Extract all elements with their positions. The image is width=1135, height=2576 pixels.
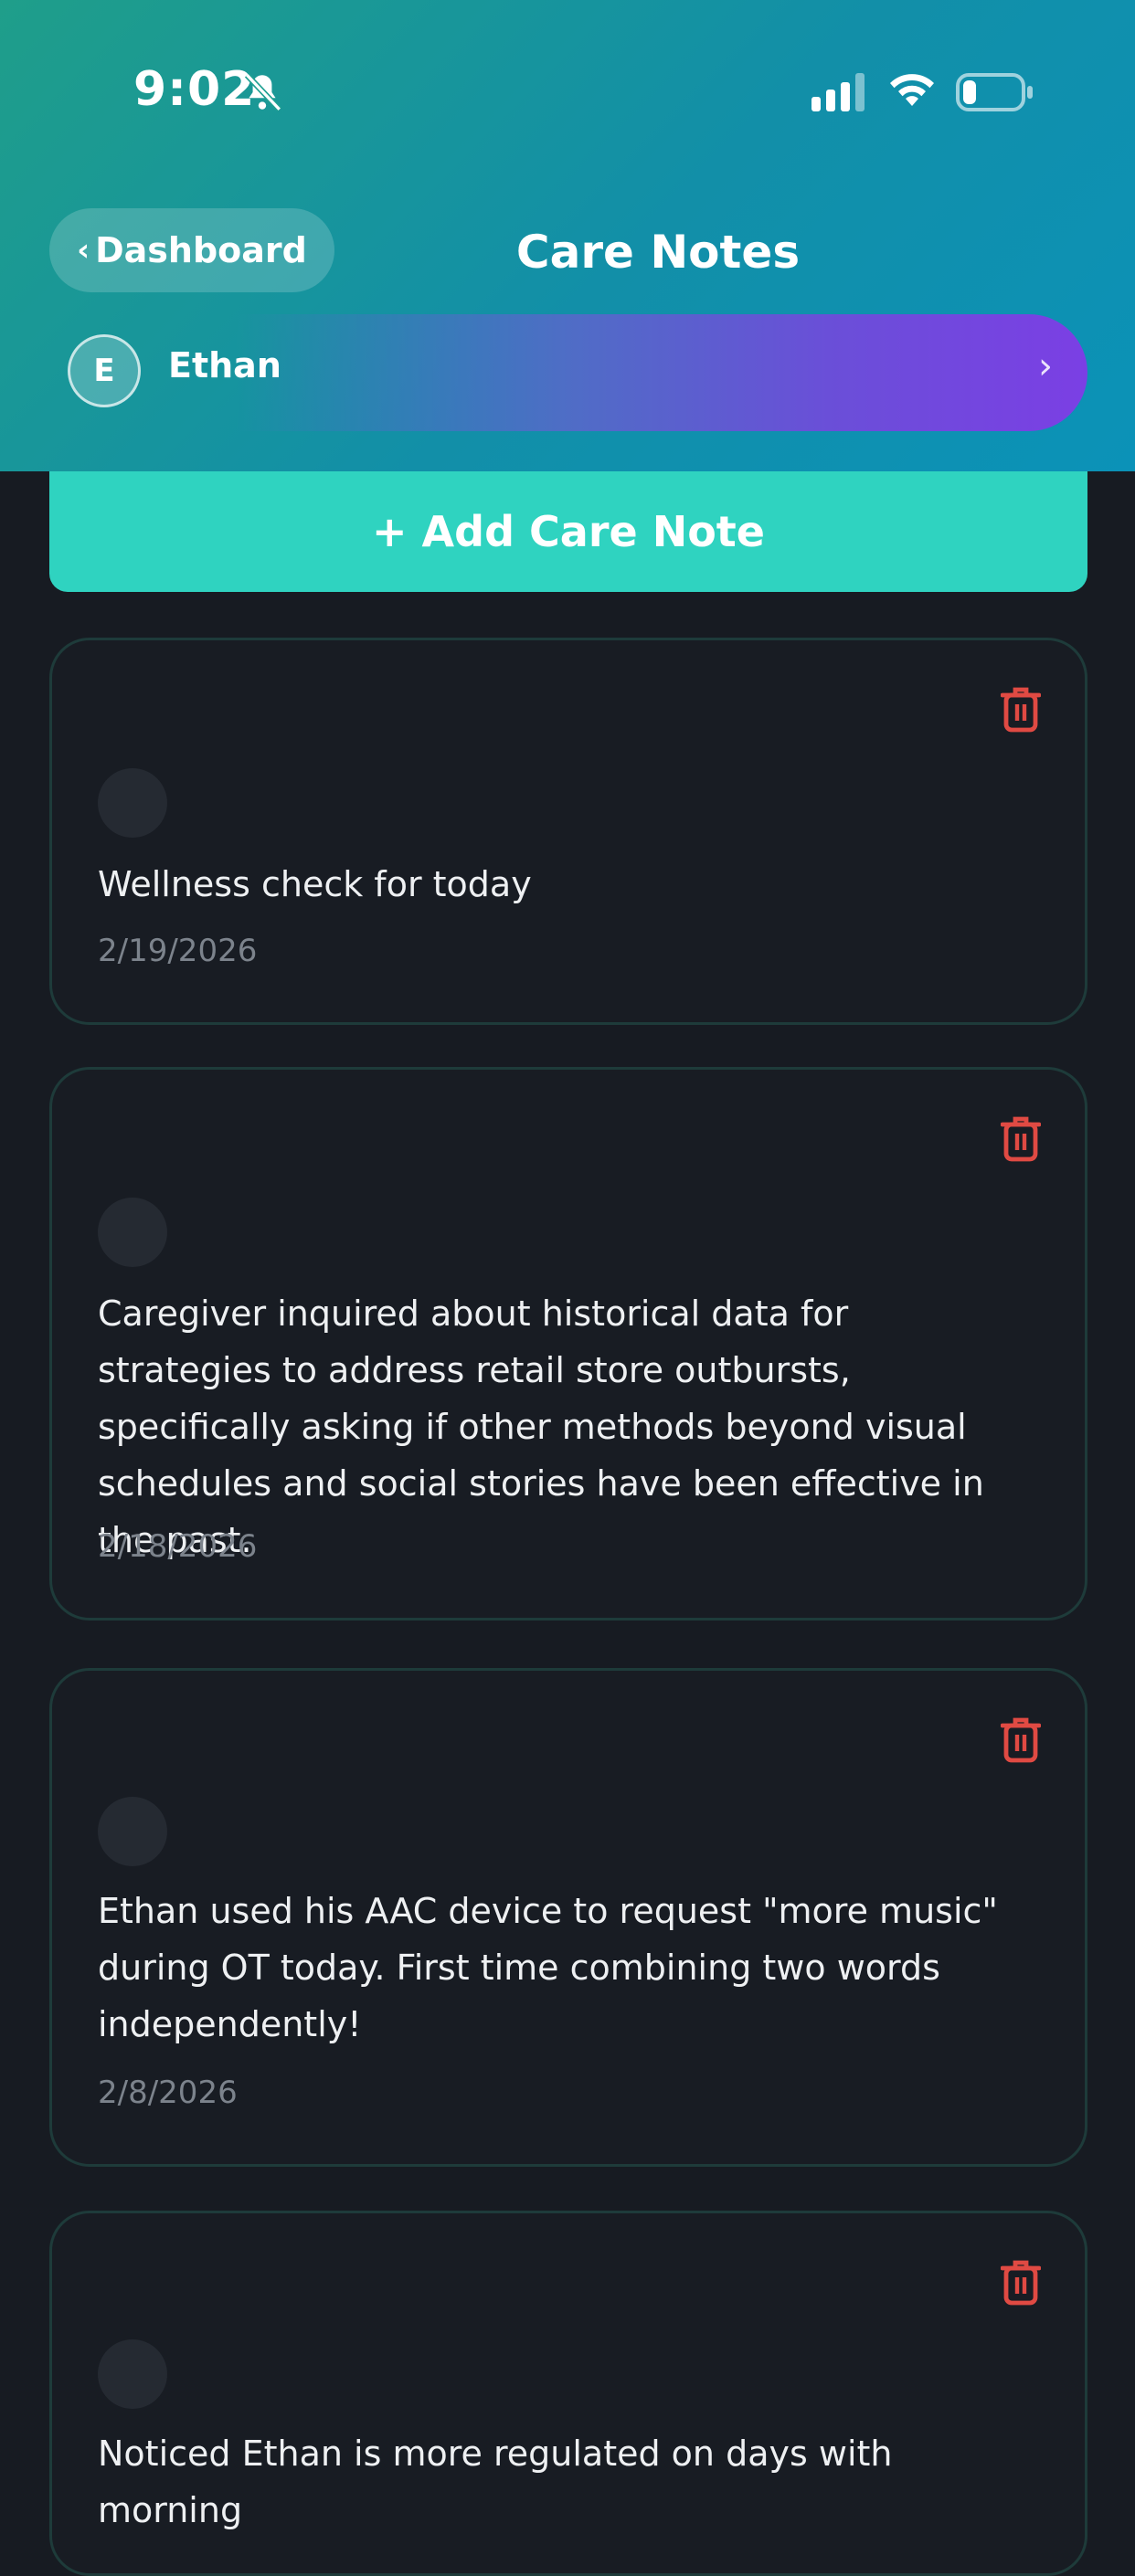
header: 9:02 ‹ Dashboard Care Notes E Ethan › bbox=[0, 0, 1135, 471]
note-text: Noticed Ethan is more regulated on days … bbox=[98, 2433, 893, 2530]
patient-avatar: E bbox=[68, 334, 141, 407]
note-date: 2/8/2026 bbox=[98, 2075, 238, 2111]
note-text: Wellness check for today bbox=[98, 864, 532, 904]
note-text: Caregiver inquired about historical data… bbox=[98, 1293, 984, 1560]
bell-slash-icon bbox=[244, 72, 282, 112]
note-author-avatar bbox=[98, 1198, 167, 1267]
care-note-card: Caregiver inquired about historical data… bbox=[49, 1067, 1087, 1621]
note-author-avatar bbox=[98, 2339, 167, 2409]
note-author-avatar bbox=[98, 768, 167, 838]
trash-icon[interactable] bbox=[1001, 2257, 1041, 2307]
patient-name: Ethan bbox=[168, 345, 281, 385]
page-title: Care Notes bbox=[515, 226, 801, 279]
battery-icon bbox=[956, 73, 1033, 111]
patient-selector[interactable]: E Ethan › bbox=[49, 314, 1087, 431]
note-date: 2/18/2026 bbox=[98, 1528, 258, 1565]
status-bar: 9:02 bbox=[0, 0, 1135, 183]
note-date: 2/19/2026 bbox=[98, 933, 258, 969]
note-author-avatar bbox=[98, 1797, 167, 1866]
status-time: 9:02 bbox=[133, 62, 256, 117]
chevron-right-icon: › bbox=[1038, 345, 1053, 387]
back-to-dashboard-button[interactable]: ‹ Dashboard bbox=[49, 208, 334, 292]
trash-icon[interactable] bbox=[1001, 684, 1041, 734]
trash-icon[interactable] bbox=[1001, 1114, 1041, 1163]
care-note-card: Wellness check for today 2/19/2026 bbox=[49, 638, 1087, 1025]
cellular-signal-icon bbox=[811, 73, 865, 111]
care-note-card: Ethan used his AAC device to request "mo… bbox=[49, 1668, 1087, 2167]
add-care-note-button[interactable]: + Add Care Note bbox=[49, 471, 1087, 592]
care-note-card: Noticed Ethan is more regulated on days … bbox=[49, 2211, 1087, 2576]
back-button-label: Dashboard bbox=[95, 230, 307, 270]
wifi-icon bbox=[890, 74, 934, 106]
trash-icon[interactable] bbox=[1001, 1715, 1041, 1764]
note-text: Ethan used his AAC device to request "mo… bbox=[98, 1891, 998, 2044]
chevron-left-icon: ‹ bbox=[77, 232, 90, 269]
